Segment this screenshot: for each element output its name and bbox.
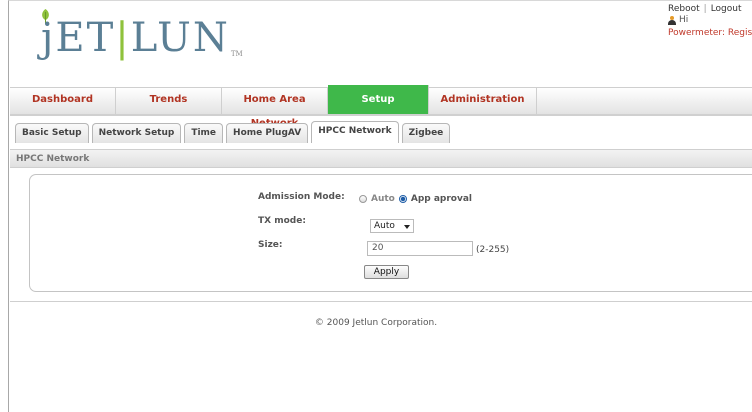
admission-mode-label: Admission Mode: (258, 192, 345, 202)
user-area: Reboot| Logout Hi Powermeter: Register (668, 4, 752, 39)
admission-app-approval-label: App aproval (410, 194, 473, 204)
tab-network-setup[interactable]: Network Setup (91, 123, 182, 143)
nav-dashboard[interactable]: Dashboard (10, 88, 116, 114)
footer-copyright: © 2009 Jetlun Corporation. (314, 318, 438, 328)
apply-button[interactable]: Apply (364, 265, 409, 279)
admission-auto-label: Auto (371, 194, 395, 204)
nav-setup[interactable]: Setup (328, 85, 429, 114)
admission-auto-radio[interactable] (359, 195, 367, 203)
nav-trends[interactable]: Trends (116, 88, 222, 114)
chevron-down-icon (404, 225, 410, 229)
setup-subtabs: Basic Setup Network Setup Time Home Plug… (15, 121, 451, 143)
tab-zigbee[interactable]: Zigbee (401, 123, 451, 143)
nav-home-area-network[interactable]: Home Area Network (222, 88, 328, 129)
tab-home-plugav[interactable]: Home PlugAV (226, 123, 309, 143)
tx-mode-value: Auto (374, 221, 395, 231)
greeting: Hi (679, 15, 689, 25)
size-range-hint: (2-255) (476, 245, 510, 255)
panel-title: HPCC Network (10, 149, 752, 168)
main-nav: Dashboard Trends Home Area Network Setup… (10, 85, 752, 129)
tab-time[interactable]: Time (184, 123, 224, 143)
tab-hpcc-network[interactable]: HPCC Network (311, 121, 399, 143)
logout-link[interactable]: Logout (711, 4, 742, 14)
logo: jET|LUNTM (41, 15, 243, 61)
nav-administration[interactable]: Administration (429, 88, 537, 114)
reboot-link[interactable]: Reboot (668, 4, 700, 14)
user-icon (668, 16, 676, 25)
tx-mode-select[interactable]: Auto (370, 219, 414, 233)
admission-mode-radio-group: Auto App aproval (359, 194, 476, 204)
tab-basic-setup[interactable]: Basic Setup (15, 123, 89, 143)
admission-app-approval-radio[interactable] (398, 195, 407, 203)
size-label: Size: (258, 240, 283, 250)
powermeter-register-link[interactable]: Powermeter: Register (668, 28, 752, 39)
header-separator: | (703, 4, 707, 14)
tx-mode-label: TX mode: (258, 216, 306, 226)
size-input[interactable]: 20 (367, 241, 473, 256)
